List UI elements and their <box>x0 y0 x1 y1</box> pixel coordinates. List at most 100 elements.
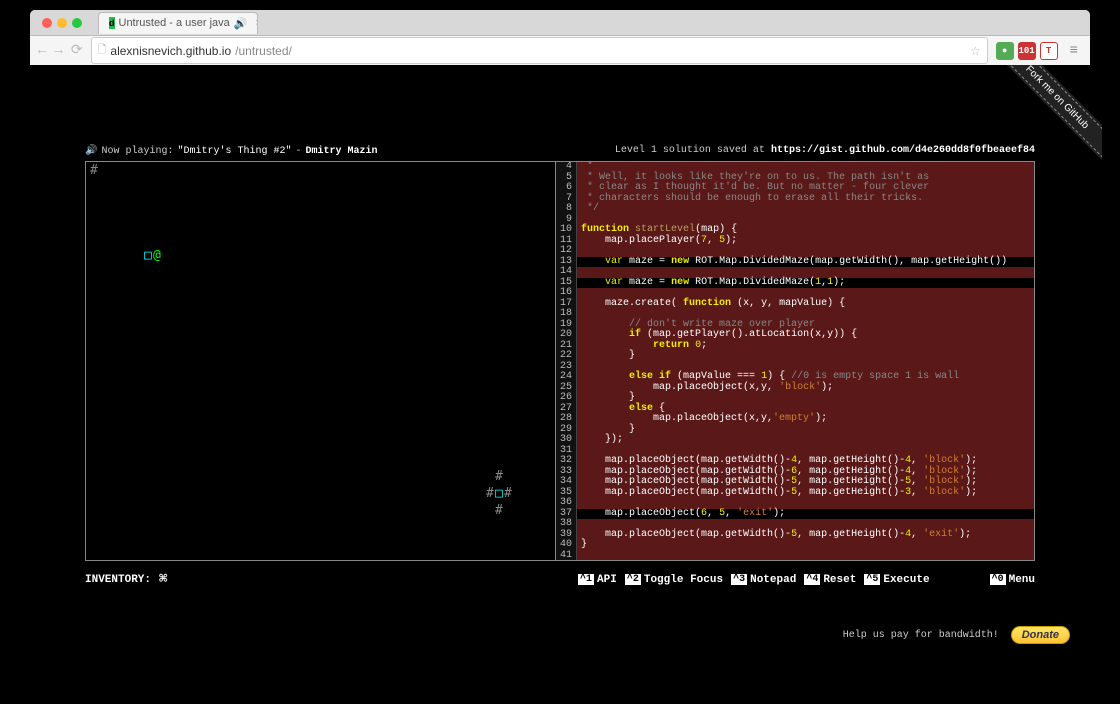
code-line: return 0; <box>577 341 1034 352</box>
map-cell: □ <box>495 487 503 500</box>
speaker-icon[interactable]: 🔊 <box>85 145 97 157</box>
shortcut-key: ^2 <box>625 574 641 585</box>
map-cell: # <box>495 470 503 483</box>
shortcut-label: API <box>597 574 617 586</box>
shortcut-api[interactable]: ^1API <box>578 571 617 588</box>
extension-t-icon[interactable]: T <box>1040 42 1058 60</box>
line-number: 4 <box>560 162 572 173</box>
inventory: INVENTORY: ⌘ <box>85 571 167 588</box>
extension-101-icon[interactable]: 101 <box>1018 42 1036 60</box>
shortcut-label: Execute <box>883 574 929 586</box>
url-input[interactable]: 🗋 alexnisnevich.github.io/untrusted/ ☆ <box>91 37 988 64</box>
map-panel[interactable]: #□@##□## <box>86 162 556 560</box>
menu-shortcut[interactable]: ^0 Menu <box>990 571 1035 588</box>
line-number: 12 <box>560 246 572 257</box>
code-editor[interactable]: 4567891011121314151617181920212223242526… <box>556 162 1034 560</box>
map-cell: □ <box>144 249 152 262</box>
close-tab-icon[interactable]: × <box>255 17 258 29</box>
code-line[interactable]: var maze = new ROT.Map.DividedMaze(1,1); <box>577 278 1034 289</box>
code-line: map.placeObject(x,y, 'block'); <box>577 383 1034 394</box>
inventory-label: INVENTORY: <box>85 574 151 586</box>
shortcut-execute[interactable]: ^5Execute <box>864 571 929 588</box>
map-cell: @ <box>153 249 161 262</box>
line-number: 14 <box>560 267 572 278</box>
favicon-icon: d <box>109 17 115 29</box>
shortcut-label: Reset <box>823 574 856 586</box>
shortcuts: ^1API ^2Toggle Focus ^3Notepad ^4Reset ^5Exe… <box>578 571 930 588</box>
chrome-menu-icon[interactable]: ≡ <box>1066 43 1082 59</box>
line-number: 30 <box>560 435 572 446</box>
line-number: 41 <box>560 551 572 561</box>
save-prefix: Level 1 solution saved at <box>615 145 765 156</box>
shortcut-label: Notepad <box>750 574 796 586</box>
line-number: 6 <box>560 183 572 194</box>
reload-icon[interactable]: ⟳ <box>71 42 83 59</box>
code-line: */ <box>577 204 1034 215</box>
donate-area: Help us pay for bandwidth! Donate <box>843 626 1070 644</box>
line-number: 8 <box>560 204 572 215</box>
audio-icon[interactable]: 🔊 <box>234 17 248 30</box>
bottom-bar: INVENTORY: ⌘ ^1API ^2Toggle Focus ^3Notepa… <box>85 571 1035 588</box>
donate-button[interactable]: Donate <box>1011 626 1070 644</box>
track-artist: Dmitry Mazin <box>306 146 378 157</box>
code-line[interactable]: map.placeObject(6, 5, 'exit'); <box>577 509 1034 520</box>
menu-label: Menu <box>1009 574 1035 586</box>
save-message: Level 1 solution saved at https://gist.g… <box>615 145 1035 157</box>
line-number: 10 <box>560 225 572 236</box>
map-cell: # <box>90 164 98 177</box>
code-line: } <box>577 425 1034 436</box>
back-icon[interactable]: ← <box>38 43 46 59</box>
game-container: 🔊 Now playing: "Dmitry's Thing #2" - Dmi… <box>85 145 1035 588</box>
page-icon: 🗋 <box>98 41 107 60</box>
line-number: 22 <box>560 351 572 362</box>
track-title: "Dmitry's Thing #2" <box>177 146 291 157</box>
close-window-icon[interactable] <box>42 18 52 28</box>
bookmark-icon[interactable]: ☆ <box>970 44 981 58</box>
map-cell: # <box>495 504 503 517</box>
code-line: } <box>577 540 1034 551</box>
maximize-window-icon[interactable] <box>72 18 82 28</box>
shortcut-toggle-focus[interactable]: ^2Toggle Focus <box>625 571 723 588</box>
tab-title: Untrusted - a user java <box>119 17 230 29</box>
line-number: 16 <box>560 288 572 299</box>
code-line[interactable]: var maze = new ROT.Map.DividedMaze(map.g… <box>577 257 1034 268</box>
map-cell: # <box>486 487 494 500</box>
extensions: ● 101 T <box>996 42 1058 60</box>
shortcut-key: ^5 <box>864 574 880 585</box>
forward-icon: → <box>54 43 62 59</box>
github-ribbon: Fork me on GitHub <box>982 65 1102 185</box>
line-number: 32 <box>560 456 572 467</box>
fork-github-link[interactable]: Fork me on GitHub <box>993 65 1102 161</box>
code-line: map.placePlayer(7, 5); <box>577 236 1034 247</box>
code-line: } <box>577 351 1034 362</box>
shortcut-reset[interactable]: ^4Reset <box>804 571 856 588</box>
code-line: map.placeObject(map.getWidth()-5, map.ge… <box>577 530 1034 541</box>
donate-text: Help us pay for bandwidth! <box>843 630 999 641</box>
menu-key: ^0 <box>990 574 1006 585</box>
code-line: maze.create( function (x, y, mapValue) { <box>577 299 1034 310</box>
browser-tab[interactable]: d Untrusted - a user java 🔊 × <box>98 12 258 34</box>
game-panels: #□@##□## 4567891011121314151617181920212… <box>85 161 1035 561</box>
line-number: 26 <box>560 393 572 404</box>
line-number: 40 <box>560 540 572 551</box>
shortcut-key: ^3 <box>731 574 747 585</box>
browser-chrome: d Untrusted - a user java 🔊 × ← → ⟳ 🗋 al… <box>30 10 1090 65</box>
tab-bar: d Untrusted - a user java 🔊 × <box>30 10 1090 36</box>
shortcut-key: ^4 <box>804 574 820 585</box>
shortcut-notepad[interactable]: ^3Notepad <box>731 571 796 588</box>
address-bar: ← → ⟳ 🗋 alexnisnevich.github.io/untruste… <box>30 36 1090 65</box>
code-line: }); <box>577 435 1034 446</box>
url-path: /untrusted/ <box>235 44 292 58</box>
now-playing: 🔊 Now playing: "Dmitry's Thing #2" - Dmi… <box>85 145 378 157</box>
line-number: 20 <box>560 330 572 341</box>
shortcut-key: ^1 <box>578 574 594 585</box>
code-line: map.placeObject(map.getWidth()-5, map.ge… <box>577 488 1034 499</box>
shortcut-label: Toggle Focus <box>644 574 723 586</box>
code-line: * characters should be enough to erase a… <box>577 194 1034 205</box>
top-info-bar: 🔊 Now playing: "Dmitry's Thing #2" - Dmi… <box>85 145 1035 157</box>
extension-green-icon[interactable]: ● <box>996 42 1014 60</box>
computer-icon[interactable]: ⌘ <box>159 571 167 588</box>
minimize-window-icon[interactable] <box>57 18 67 28</box>
line-number: 38 <box>560 519 572 530</box>
code-lines[interactable]: * * Well, it looks like they're on to us… <box>577 162 1034 560</box>
